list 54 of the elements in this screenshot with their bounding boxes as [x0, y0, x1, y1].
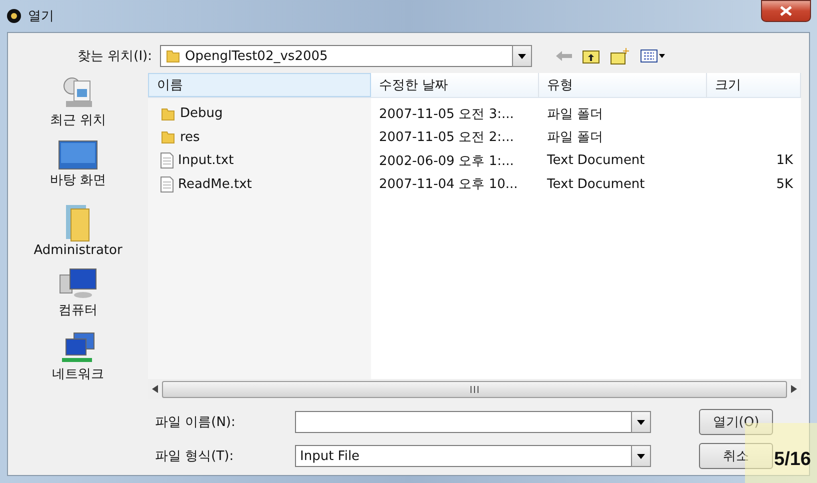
places-item[interactable]: 최근 위치 — [50, 75, 106, 139]
view-menu-icon[interactable] — [640, 49, 666, 63]
table-cell-text: 파일 폴더 — [547, 106, 604, 123]
close-icon — [780, 6, 792, 16]
table-cell: res — [180, 130, 200, 145]
table-cell: 1K — [776, 153, 793, 168]
file-name-label: 파일 이름(N): — [155, 414, 236, 431]
computer-icon — [58, 267, 98, 301]
table-cell-text: 2007-11-05 오전 2:... — [379, 129, 514, 146]
dropdown-arrow-icon — [637, 454, 645, 458]
table-cell: ReadMe.txt — [178, 176, 252, 192]
app-icon — [6, 8, 22, 24]
places-item[interactable]: 네트워크 — [52, 331, 104, 395]
cancel-button[interactable]: 취소 — [699, 443, 773, 469]
places-item[interactable]: Administrator — [34, 203, 122, 267]
table-cell-text: 파일 폴더 — [547, 129, 604, 146]
file-row[interactable]: res 2007-11-05 오전 2:... 파일 폴더 — [148, 126, 801, 149]
column-header[interactable]: 크기 — [707, 73, 801, 97]
table-cell: Text Document — [547, 176, 645, 192]
file-type-dropdown[interactable]: Input File — [295, 445, 631, 467]
column-header[interactable]: 이름 — [148, 73, 371, 97]
table-cell-text: 2007-11-04 오후 10... — [379, 176, 518, 194]
dropdown-arrow-icon — [518, 54, 526, 58]
places-item[interactable]: 바탕 화면 — [50, 139, 106, 203]
column-header[interactable]: 수정한 날짜 — [371, 73, 539, 97]
grip-icon — [470, 386, 479, 392]
scroll-left-icon[interactable] — [152, 385, 158, 393]
window-title: 열기 — [28, 8, 55, 25]
table-cell: Debug — [180, 106, 223, 122]
table-cell: Text Document — [547, 153, 645, 168]
close-button[interactable] — [761, 0, 811, 22]
text-file-icon — [160, 176, 174, 193]
file-row[interactable]: Input.txt 2002-06-09 오후 1:... Text Document 1K — [148, 149, 801, 172]
up-folder-icon[interactable] — [582, 48, 600, 64]
text-file-icon — [160, 152, 174, 170]
file-type-label: 파일 형식(T): — [155, 448, 235, 465]
file-row[interactable]: ReadMe.txt 2007-11-04 오후 10... Text Document 5K — [148, 172, 801, 196]
column-header[interactable]: 유형 — [539, 73, 707, 97]
file-name-field[interactable] — [295, 411, 631, 433]
file-row[interactable]: Debug 2007-11-05 오전 3:... 파일 폴더 — [148, 102, 801, 126]
table-cell: 5K — [776, 176, 793, 192]
dropdown-arrow-icon — [637, 420, 645, 424]
table-cell: Input.txt — [178, 153, 234, 168]
places-item[interactable]: 컴퓨터 — [58, 267, 98, 331]
folder-icon — [160, 129, 176, 146]
desktop-icon — [58, 139, 98, 171]
table-cell-text: 2002-06-09 오후 1:... — [379, 152, 514, 170]
look-in-label: 찾는 위치(I): — [76, 48, 152, 65]
table-cell-text: 2007-11-05 오전 3:... — [379, 106, 514, 123]
folder-icon — [165, 48, 181, 64]
folder-icon — [160, 106, 176, 122]
new-folder-icon[interactable] — [610, 47, 630, 65]
scroll-right-icon[interactable] — [791, 385, 797, 393]
look-in-dropdown[interactable]: OpenglTest02_vs2005 — [160, 45, 512, 67]
